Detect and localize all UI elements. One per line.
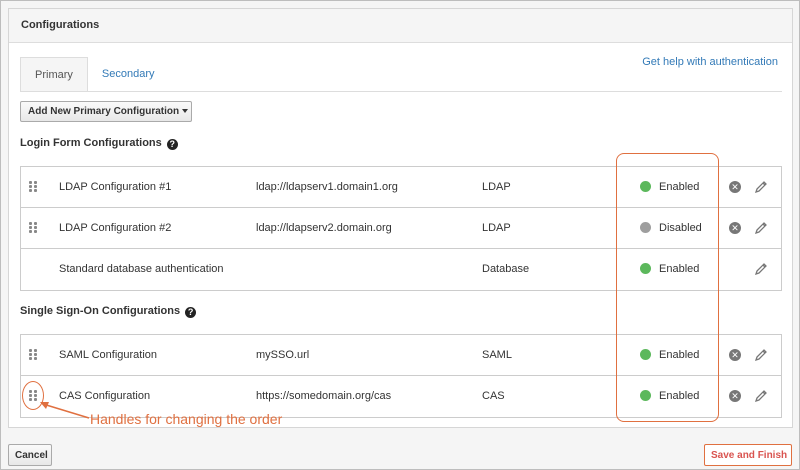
configuration-type: CAS xyxy=(482,390,505,402)
status-badge: Enabled xyxy=(640,181,699,193)
configuration-name: LDAP Configuration #2 xyxy=(59,222,172,234)
status-badge: Enabled xyxy=(640,349,699,361)
x-circle-icon[interactable]: ✕ xyxy=(729,222,741,234)
drag-handle-icon[interactable] xyxy=(29,390,37,402)
tabs-divider xyxy=(20,91,782,92)
pencil-icon[interactable] xyxy=(754,180,768,194)
drag-handle-icon[interactable] xyxy=(29,222,37,234)
panel-title: Configurations xyxy=(9,9,792,43)
x-circle-icon[interactable]: ✕ xyxy=(729,181,741,193)
configurations-panel: Configurations Primary Secondary Get hel… xyxy=(8,8,793,428)
status-label: Disabled xyxy=(659,222,702,234)
configuration-url: mySSO.url xyxy=(256,349,310,361)
drag-handle-icon[interactable] xyxy=(29,181,37,193)
status-badge: Enabled xyxy=(640,390,699,402)
status-label: Enabled xyxy=(659,181,700,193)
login-section-label: Login Form Configurations xyxy=(20,137,162,149)
configuration-row: SAML Configuration mySSO.url SAML Enable… xyxy=(21,335,781,376)
configuration-row: Standard database authentication Databas… xyxy=(21,249,781,290)
configuration-url: ldap://ldapserv1.domain1.org xyxy=(256,181,398,193)
status-dot-icon xyxy=(640,222,651,233)
question-circle-icon[interactable]: ? xyxy=(185,307,197,318)
sso-section-title: Single Sign-On Configurations? xyxy=(20,305,197,318)
login-form-section-title: Login Form Configurations? xyxy=(20,137,178,150)
pencil-icon[interactable] xyxy=(754,348,768,362)
status-label: Enabled xyxy=(659,263,700,275)
status-dot-icon xyxy=(640,263,651,274)
configuration-type: Database xyxy=(482,263,530,275)
pencil-icon[interactable] xyxy=(754,389,768,403)
configuration-name: Standard database authentication xyxy=(59,263,224,275)
handles-annotation: Handles for changing the order xyxy=(90,411,283,427)
cancel-button[interactable]: Cancel xyxy=(8,444,52,466)
status-dot-icon xyxy=(640,349,651,360)
add-button-label: Add New Primary Configuration xyxy=(28,106,180,117)
sso-configurations-list: SAML Configuration mySSO.url SAML Enable… xyxy=(20,334,782,418)
tab-bar: Primary Secondary xyxy=(20,57,168,92)
tab-secondary[interactable]: Secondary xyxy=(88,57,169,92)
status-label: Enabled xyxy=(659,349,700,361)
question-circle-icon[interactable]: ? xyxy=(166,139,178,150)
sso-section-label: Single Sign-On Configurations xyxy=(20,305,181,317)
add-primary-configuration-button[interactable]: Add New Primary Configuration xyxy=(20,101,192,122)
configuration-type: SAML xyxy=(482,349,512,361)
drag-handle-icon[interactable] xyxy=(29,349,37,361)
annotation-arrow xyxy=(40,402,90,419)
caret-down-icon xyxy=(182,109,189,114)
configuration-url: https://somedomain.org/cas xyxy=(256,390,392,402)
configuration-type: LDAP xyxy=(482,181,511,193)
configuration-row: LDAP Configuration #1 ldap://ldapserv1.d… xyxy=(21,167,781,208)
help-authentication-link[interactable]: Get help with authentication xyxy=(642,56,778,68)
configuration-url: ldap://ldapserv2.domain.org xyxy=(256,222,392,234)
status-label: Enabled xyxy=(659,390,700,402)
x-circle-icon[interactable]: ✕ xyxy=(729,349,741,361)
window-frame: Configurations Primary Secondary Get hel… xyxy=(0,0,800,470)
status-badge: Disabled xyxy=(640,222,702,234)
x-circle-icon[interactable]: ✕ xyxy=(729,390,741,402)
configuration-name: LDAP Configuration #1 xyxy=(59,181,172,193)
pencil-icon[interactable] xyxy=(754,262,768,276)
save-and-finish-button[interactable]: Save and Finish xyxy=(704,444,792,466)
tab-primary[interactable]: Primary xyxy=(20,57,88,92)
login-configurations-list: LDAP Configuration #1 ldap://ldapserv1.d… xyxy=(20,166,782,291)
status-dot-icon xyxy=(640,181,651,192)
configuration-type: LDAP xyxy=(482,222,511,234)
configuration-name: SAML Configuration xyxy=(59,349,158,361)
configuration-row: LDAP Configuration #2 ldap://ldapserv2.d… xyxy=(21,208,781,249)
status-dot-icon xyxy=(640,390,651,401)
status-badge: Enabled xyxy=(640,263,699,275)
pencil-icon[interactable] xyxy=(754,221,768,235)
